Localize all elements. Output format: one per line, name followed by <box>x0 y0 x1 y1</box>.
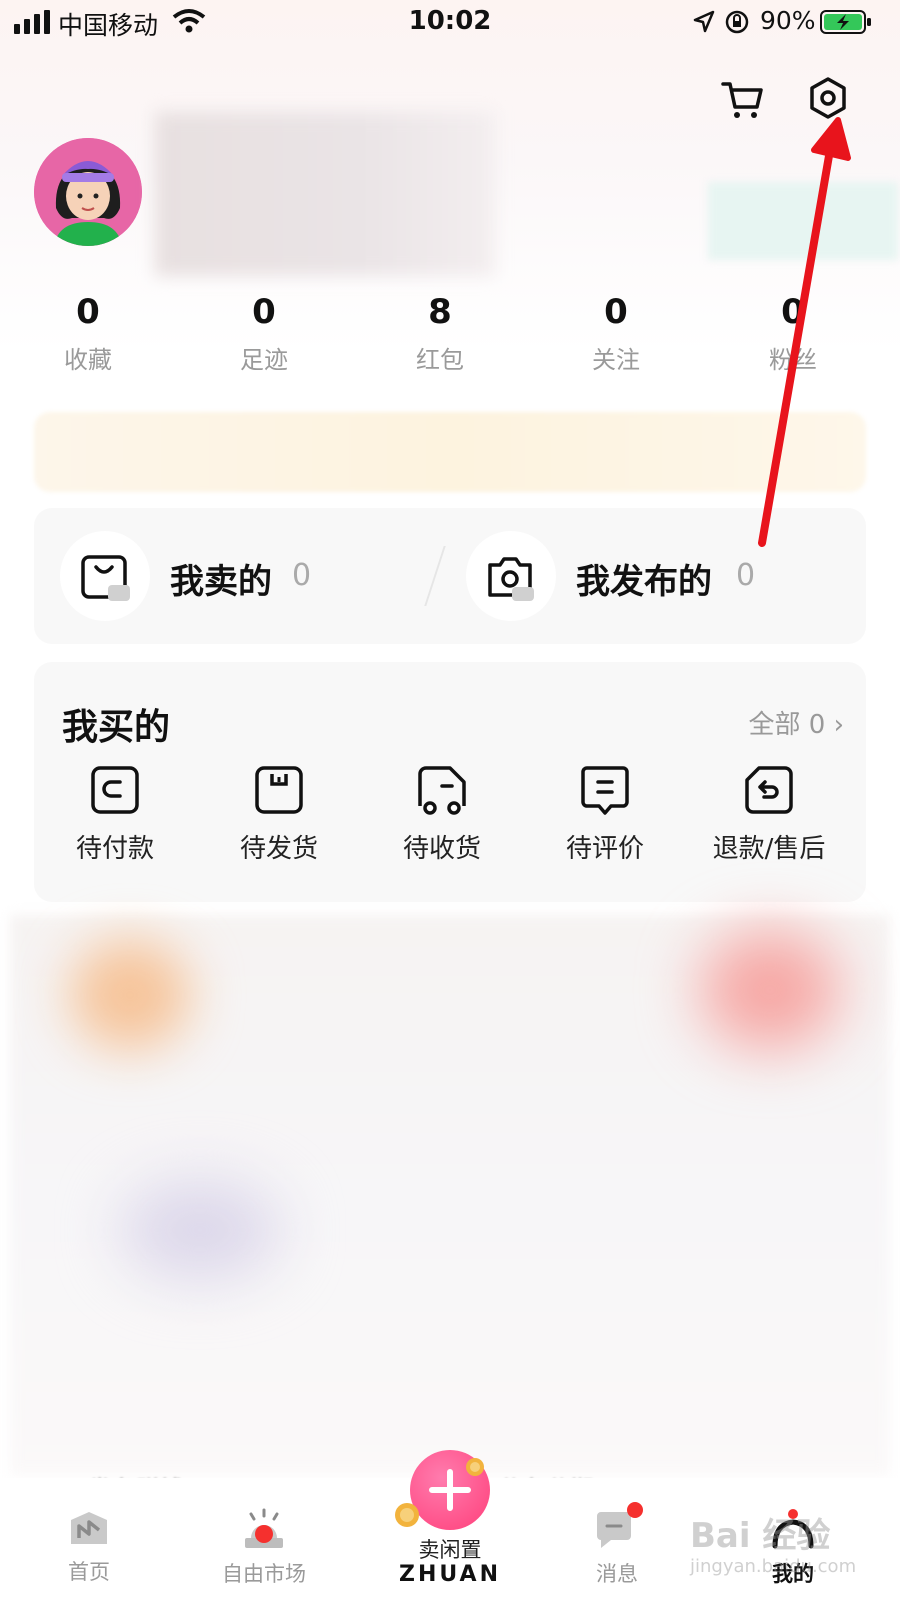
stat-fans[interactable]: 0 粉丝 <box>733 290 853 375</box>
blurred-username <box>155 112 495 276</box>
order-label: 待发货 <box>239 834 318 864</box>
sold-icon-circle <box>60 531 150 621</box>
arrow-head <box>811 117 851 161</box>
buy-card: 我买的 全部 0 › 待付款 待发货 待收货 待评价 退款/售后 <box>34 662 866 902</box>
published-icon-circle <box>466 531 556 621</box>
truck-icon <box>418 766 466 815</box>
stat-label: 收藏 <box>64 346 112 374</box>
stat-red-packets[interactable]: 8 红包 <box>380 290 500 375</box>
order-pending-shipment[interactable]: 待发货 <box>204 764 354 865</box>
brand-wordmark: ZHUAN <box>399 1562 501 1587</box>
stat-value: 0 <box>781 292 805 332</box>
published-count: 0 <box>736 558 756 593</box>
refund-icon <box>745 766 793 814</box>
status-time: 10:02 <box>408 6 492 36</box>
battery-percent: 90% <box>760 6 816 35</box>
stat-label: 关注 <box>592 346 640 374</box>
published-label[interactable]: 我发布的 <box>576 554 712 603</box>
shopping-bag-icon <box>81 555 130 601</box>
rotation-lock-icon <box>725 10 749 34</box>
divider <box>424 546 446 606</box>
buy-title: 我买的 <box>62 707 171 748</box>
carrier-name: 中国移动 <box>58 11 159 40</box>
order-pending-receipt[interactable]: 待收货 <box>367 764 517 865</box>
stat-favorites[interactable]: 0 收藏 <box>28 290 148 375</box>
order-refund[interactable]: 退款/售后 <box>694 764 844 865</box>
stat-following[interactable]: 0 关注 <box>556 290 676 375</box>
stat-value: 0 <box>604 292 628 332</box>
stat-label: 足迹 <box>240 346 288 374</box>
stat-value: 0 <box>76 292 100 332</box>
watermark-logo: Bai 经验 <box>690 1516 831 1556</box>
wifi-icon <box>172 9 206 33</box>
wallet-icon <box>91 766 139 814</box>
tab-market[interactable]: 自由市场 <box>189 1508 339 1588</box>
sold-count: 0 <box>292 558 312 593</box>
cart-icon[interactable] <box>720 78 764 122</box>
order-label: 待付款 <box>75 834 154 864</box>
chevron-right-icon: › <box>833 710 844 740</box>
sell-card: 我卖的 0 我发布的 0 <box>34 508 866 644</box>
blur-blob <box>70 940 190 1050</box>
market-icon <box>245 1508 283 1548</box>
view-all-count: 0 <box>808 710 826 740</box>
tab-home[interactable]: 首页 <box>14 1508 164 1586</box>
sold-label[interactable]: 我卖的 <box>170 554 272 603</box>
coin-icon <box>466 1458 484 1476</box>
order-label: 待收货 <box>402 834 481 864</box>
notification-badge <box>627 1502 643 1518</box>
sell-idle-label: 卖闲置 <box>418 1538 482 1562</box>
order-pending-review[interactable]: 待评价 <box>530 764 680 865</box>
coin-icon <box>395 1503 419 1527</box>
view-all-label: 全部 <box>748 710 801 740</box>
tab-messages[interactable]: 消息 <box>542 1502 692 1588</box>
blur-blob <box>120 1180 280 1280</box>
comment-icon <box>581 766 629 815</box>
home-icon <box>71 1512 107 1544</box>
blur-blob <box>700 930 840 1050</box>
order-label: 待评价 <box>565 834 644 864</box>
stat-label: 红包 <box>416 346 464 374</box>
status-bar: 中国移动 10:02 90% <box>0 0 900 44</box>
settings-icon[interactable] <box>806 76 850 120</box>
box-icon <box>255 766 303 814</box>
camera-icon <box>488 557 534 601</box>
promo-banner[interactable] <box>34 412 866 492</box>
stat-history[interactable]: 0 足迹 <box>204 290 324 375</box>
avatar[interactable] <box>34 138 142 246</box>
stat-label: 粉丝 <box>769 346 817 374</box>
avatar-illustration <box>34 138 142 246</box>
view-all-orders[interactable]: 全部 0 › <box>749 704 845 741</box>
battery-icon <box>820 10 871 34</box>
watermark-url: jingyan.baidu.com <box>690 1556 857 1577</box>
blurred-badge <box>708 182 898 260</box>
order-label: 退款/售后 <box>712 834 826 864</box>
order-pending-payment[interactable]: 待付款 <box>40 764 190 865</box>
tab-label: 自由市场 <box>222 1562 306 1586</box>
signal-icon <box>14 10 50 34</box>
stat-value: 8 <box>428 292 452 332</box>
stat-value: 0 <box>252 292 276 332</box>
location-icon <box>693 10 715 33</box>
tab-label: 首页 <box>68 1560 110 1584</box>
tab-label: 消息 <box>596 1562 638 1586</box>
